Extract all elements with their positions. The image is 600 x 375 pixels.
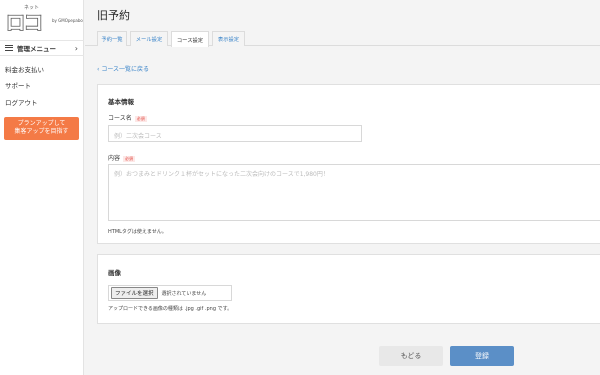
tab-reservation-list[interactable]: 予約一覧 xyxy=(97,31,127,46)
upgrade-line-1: プランアップして xyxy=(17,120,66,127)
file-status: 選択されていません xyxy=(161,290,207,297)
chevron-right-icon: › xyxy=(74,43,78,53)
logo-brand: ロコ xyxy=(5,11,44,35)
content-textarea[interactable]: 例）おつまみとドリンク１杯がセットになった二次会向けのコースで1,980円！ xyxy=(108,164,600,221)
logo-byline: by GMOpepabo xyxy=(52,18,83,23)
tab-course-settings[interactable]: コース設定 xyxy=(171,31,209,47)
back-link-label: コース一覧に戻る xyxy=(101,66,150,73)
sidebar-item-logout[interactable]: ログアウト xyxy=(5,97,38,107)
course-name-label: コース名 必須 xyxy=(108,113,147,122)
tab-display-settings[interactable]: 表示設定 xyxy=(212,31,245,46)
sidebar: ネット ロコ by GMOpepabo 管理メニュー › 料金お支払い サポート… xyxy=(0,0,84,375)
basic-info-panel: 基本情報 コース名 必須 例）二次会コース 内容 必須 例）おつまみとドリンク１杯が… xyxy=(97,84,600,244)
register-button[interactable]: 登録 xyxy=(450,346,514,366)
tab-mail-settings[interactable]: メール設定 xyxy=(130,31,168,46)
image-types-note: アップロードできる画像の種類は .jpg .gif .png です。 xyxy=(108,306,233,312)
page-title: 旧予約 xyxy=(97,9,130,22)
content-label: 内容 必須 xyxy=(108,153,136,162)
choose-file-button[interactable]: ファイルを選択 xyxy=(111,287,158,299)
image-title: 画像 xyxy=(108,269,121,277)
sidebar-item-billing[interactable]: 料金お支払い xyxy=(5,64,44,74)
upgrade-plan-button[interactable]: プランアップして 集客アップを目指す xyxy=(4,117,79,140)
course-name-input[interactable]: 例）二次会コース xyxy=(108,125,362,142)
required-badge: 必須 xyxy=(134,115,147,122)
course-name-label-text: コース名 xyxy=(108,115,132,122)
sidebar-item-support[interactable]: サポート xyxy=(5,80,31,90)
html-tag-note: HTMLタグは使えません。 xyxy=(108,229,167,235)
required-badge: 必須 xyxy=(123,155,136,162)
content-label-text: 内容 xyxy=(108,155,121,162)
file-input[interactable]: ファイルを選択 選択されていません xyxy=(108,285,232,301)
tab-bar: 予約一覧 メール設定 コース設定 表示設定 xyxy=(85,31,600,47)
image-panel: 画像 ファイルを選択 選択されていません アップロードできる画像の種類は .jp… xyxy=(97,254,600,324)
back-to-course-list-link[interactable]: ‹ コース一覧に戻る xyxy=(97,64,149,73)
hamburger-icon xyxy=(5,45,13,51)
logo[interactable]: ネット ロコ by GMOpepabo xyxy=(5,4,83,35)
basic-info-title: 基本情報 xyxy=(108,98,134,106)
upgrade-line-2: 集客アップを目指す xyxy=(14,128,69,135)
back-button[interactable]: もどる xyxy=(379,346,443,366)
admin-menu-header[interactable]: 管理メニュー › xyxy=(0,40,84,56)
admin-menu-label: 管理メニュー xyxy=(17,45,56,53)
